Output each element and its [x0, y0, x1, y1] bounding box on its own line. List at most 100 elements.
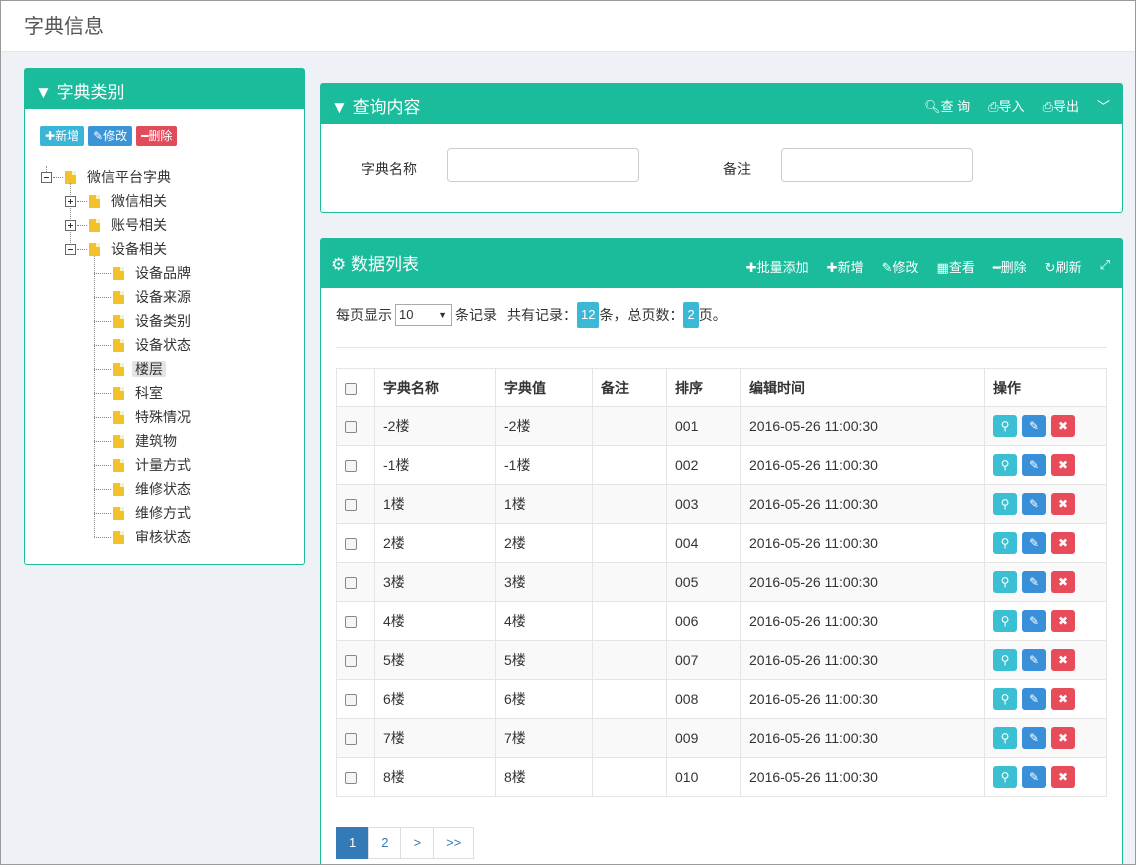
col-remark-header[interactable]: 备注 — [592, 368, 667, 407]
delete-row-button[interactable]: ✖ — [1051, 766, 1075, 788]
fullscreen-icon[interactable]: ⤢ — [1100, 257, 1110, 276]
delete-row-button[interactable]: ✖ — [1051, 727, 1075, 749]
table-row[interactable]: 5楼 5楼 007 2016-05-26 11:00:30 ⚲ ✎ ✖ — [336, 640, 1107, 680]
tree-node[interactable]: 维修方式 — [113, 502, 194, 524]
tree-node[interactable]: 建筑物 — [113, 430, 180, 452]
tree-node[interactable]: 设备来源 — [113, 286, 194, 308]
row-checkbox[interactable] — [345, 772, 357, 785]
edit-row-button[interactable]: ✎ — [1022, 727, 1046, 749]
view-row-button[interactable]: ⚲ — [993, 532, 1017, 554]
view-row-button[interactable]: ⚲ — [993, 649, 1017, 671]
tree-node[interactable]: 微信相关 — [89, 190, 170, 212]
tree-node[interactable]: 审核状态 — [113, 526, 194, 548]
delete-row-button[interactable]: ✖ — [1051, 610, 1075, 632]
table-row[interactable]: -1楼 -1楼 002 2016-05-26 11:00:30 ⚲ ✎ ✖ — [336, 445, 1107, 485]
row-checkbox[interactable] — [345, 421, 357, 434]
page-link[interactable]: > — [400, 827, 435, 859]
col-name-header[interactable]: 字典名称 — [374, 368, 496, 407]
table-row[interactable]: -2楼 -2楼 001 2016-05-26 11:00:30 ⚲ ✎ ✖ — [336, 406, 1107, 446]
row-checkbox[interactable] — [345, 694, 357, 707]
view-row-button[interactable]: ⚲ — [993, 610, 1017, 632]
edit-row-button[interactable]: ✎ — [1022, 571, 1046, 593]
tree-node[interactable]: 设备相关 — [89, 238, 170, 260]
view-row-button[interactable]: ⚲ — [993, 571, 1017, 593]
view-row-button[interactable]: ⚲ — [993, 766, 1017, 788]
row-checkbox[interactable] — [345, 655, 357, 668]
edit-button[interactable]: ✎修改 — [882, 257, 919, 276]
row-checkbox[interactable] — [345, 538, 357, 551]
view-row-button[interactable]: ⚲ — [993, 454, 1017, 476]
table-row[interactable]: 3楼 3楼 005 2016-05-26 11:00:30 ⚲ ✎ ✖ — [336, 562, 1107, 602]
remark-input[interactable] — [781, 148, 973, 182]
page-link[interactable]: 1 — [336, 827, 370, 859]
edit-row-button[interactable]: ✎ — [1022, 493, 1046, 515]
tree-node[interactable]: 特殊情况 — [113, 406, 194, 428]
delete-row-button[interactable]: ✖ — [1051, 415, 1075, 437]
view-row-button[interactable]: ⚲ — [993, 493, 1017, 515]
delete-button[interactable]: ━删除 — [993, 257, 1027, 276]
import-button[interactable]: ⎙导入 — [988, 96, 1024, 115]
tree-node[interactable]: 楼层 — [113, 358, 166, 380]
row-checkbox[interactable] — [345, 460, 357, 473]
delete-row-button[interactable]: ✖ — [1051, 571, 1075, 593]
collapse-toggle[interactable] — [65, 244, 76, 255]
tree-node[interactable]: 维修状态 — [113, 478, 194, 500]
chevron-down-icon[interactable]: ﹀ — [1097, 96, 1110, 115]
expand-toggle[interactable] — [65, 220, 76, 231]
tree-node-root[interactable]: 微信平台字典 — [65, 166, 174, 188]
row-checkbox[interactable] — [345, 577, 357, 590]
refresh-button[interactable]: ↻刷新 — [1045, 257, 1082, 276]
table-row[interactable]: 7楼 7楼 009 2016-05-26 11:00:30 ⚲ ✎ ✖ — [336, 718, 1107, 758]
tree-node[interactable]: 设备品牌 — [113, 262, 194, 284]
edit-row-button[interactable]: ✎ — [1022, 532, 1046, 554]
col-time-header[interactable]: 编辑时间 — [740, 368, 985, 407]
batch-add-button[interactable]: ✚批量添加 — [746, 257, 809, 276]
page-link[interactable]: >> — [433, 827, 475, 859]
cell-value: 6楼 — [495, 679, 593, 719]
edit-row-button[interactable]: ✎ — [1022, 415, 1046, 437]
view-row-button[interactable]: ⚲ — [993, 688, 1017, 710]
category-edit-button[interactable]: ✎修改 — [88, 126, 133, 146]
delete-row-button[interactable]: ✖ — [1051, 532, 1075, 554]
table-row[interactable]: 6楼 6楼 008 2016-05-26 11:00:30 ⚲ ✎ ✖ — [336, 679, 1107, 719]
cell-value: 7楼 — [495, 718, 593, 758]
view-button[interactable]: ▦查看 — [937, 257, 975, 276]
table-row[interactable]: 1楼 1楼 003 2016-05-26 11:00:30 ⚲ ✎ ✖ — [336, 484, 1107, 524]
view-row-button[interactable]: ⚲ — [993, 727, 1017, 749]
view-row-button[interactable]: ⚲ — [993, 415, 1017, 437]
edit-row-button[interactable]: ✎ — [1022, 454, 1046, 476]
edit-row-button[interactable]: ✎ — [1022, 649, 1046, 671]
tree-node[interactable]: 设备状态 — [113, 334, 194, 356]
delete-row-button[interactable]: ✖ — [1051, 454, 1075, 476]
tree-node[interactable]: 账号相关 — [89, 214, 170, 236]
select-all-checkbox[interactable] — [345, 382, 357, 395]
collapse-toggle[interactable] — [41, 172, 52, 183]
edit-row-button[interactable]: ✎ — [1022, 610, 1046, 632]
category-add-button[interactable]: ✚新增 — [40, 126, 85, 146]
delete-row-button[interactable]: ✖ — [1051, 493, 1075, 515]
row-checkbox[interactable] — [345, 616, 357, 629]
delete-row-button[interactable]: ✖ — [1051, 649, 1075, 671]
add-button[interactable]: ✚新增 — [827, 257, 864, 276]
search-button[interactable]: 🔍︎查 询 — [924, 96, 970, 115]
category-panel-header: ▼ 字典类别 — [25, 69, 304, 109]
category-delete-button[interactable]: ━删除 — [136, 126, 178, 146]
row-checkbox[interactable] — [345, 499, 357, 512]
col-order-header[interactable]: 排序 — [666, 368, 741, 407]
expand-toggle[interactable] — [65, 196, 76, 207]
edit-row-button[interactable]: ✎ — [1022, 766, 1046, 788]
delete-row-button[interactable]: ✖ — [1051, 688, 1075, 710]
tree-node[interactable]: 科室 — [113, 382, 166, 404]
row-checkbox[interactable] — [345, 733, 357, 746]
tree-node[interactable]: 计量方式 — [113, 454, 194, 476]
table-row[interactable]: 2楼 2楼 004 2016-05-26 11:00:30 ⚲ ✎ ✖ — [336, 523, 1107, 563]
page-size-select[interactable]: 10 — [395, 304, 452, 326]
table-row[interactable]: 4楼 4楼 006 2016-05-26 11:00:30 ⚲ ✎ ✖ — [336, 601, 1107, 641]
export-button[interactable]: ⎙导出 — [1043, 96, 1079, 115]
page-link[interactable]: 2 — [368, 827, 402, 859]
table-row[interactable]: 8楼 8楼 010 2016-05-26 11:00:30 ⚲ ✎ ✖ — [336, 757, 1107, 797]
edit-row-button[interactable]: ✎ — [1022, 688, 1046, 710]
tree-node[interactable]: 设备类别 — [113, 310, 194, 332]
col-value-header[interactable]: 字典值 — [495, 368, 593, 407]
dict-name-input[interactable] — [447, 148, 639, 182]
